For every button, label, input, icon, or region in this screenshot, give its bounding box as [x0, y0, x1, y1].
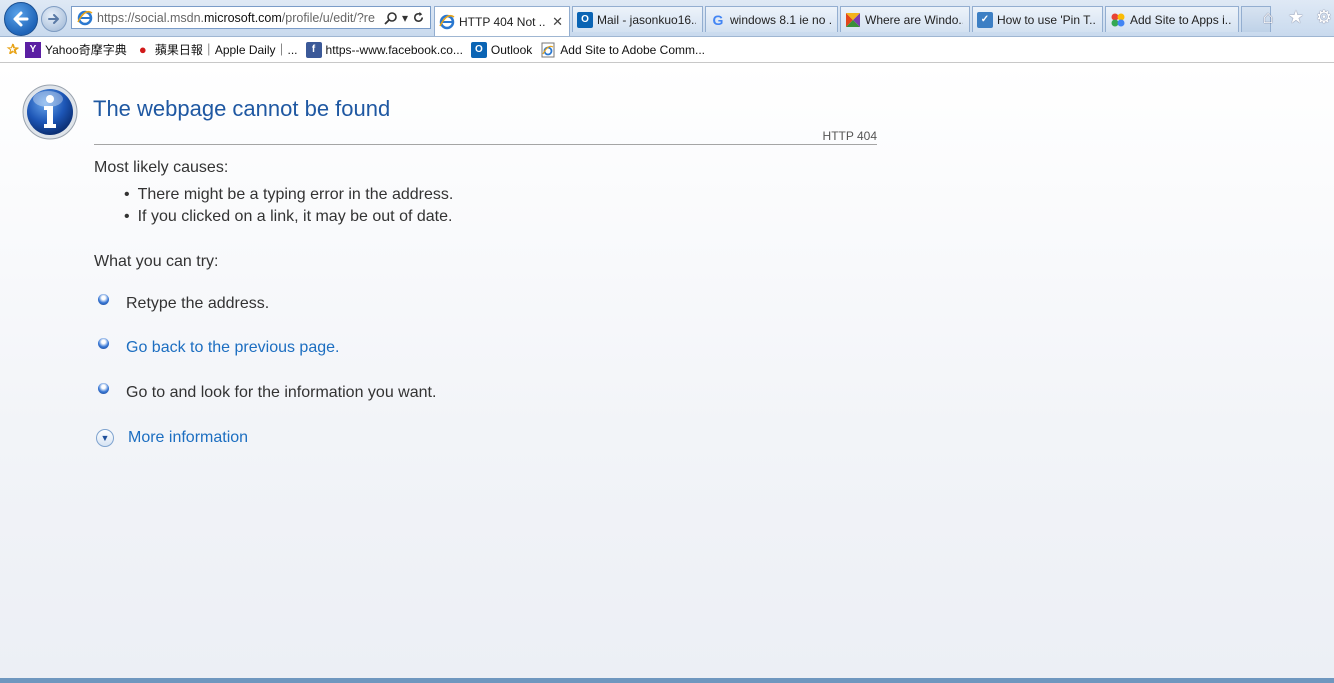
bullet-icon — [98, 337, 109, 349]
tab-mail[interactable]: O Mail - jasonkuo16... — [572, 6, 703, 32]
favorite-yahoo[interactable]: Y Yahoo奇摩字典 — [25, 41, 127, 58]
search-icon[interactable] — [384, 11, 398, 25]
home-icon[interactable]: ⌂ — [1258, 6, 1278, 28]
more-information-link[interactable]: More information — [128, 429, 248, 447]
more-information-toggle[interactable]: ▼ More information — [96, 429, 248, 447]
cause-item: If you clicked on a link, it may be out … — [124, 206, 453, 228]
tab-windows-ie[interactable]: G windows 8.1 ie no ... — [705, 6, 838, 32]
error-page: The webpage cannot be found HTTP 404 Mos… — [0, 63, 1334, 678]
yahoo-icon: Y — [25, 41, 41, 58]
back-button[interactable] — [4, 2, 38, 36]
tab-title: How to use 'Pin T... — [997, 12, 1096, 27]
close-icon[interactable]: ✕ — [552, 14, 563, 30]
gear-icon[interactable]: ⚙ — [1314, 6, 1334, 28]
favorite-outlook[interactable]: O Outlook — [470, 41, 532, 58]
tab-title: Mail - jasonkuo16... — [597, 12, 696, 27]
address-url[interactable]: https://social.msdn.microsoft.com/profil… — [97, 11, 384, 25]
tab-where-are-windows[interactable]: Where are Windo... — [840, 6, 970, 32]
window-bottom-border — [0, 678, 1334, 683]
add-favorites-star-icon[interactable]: ✰ — [5, 41, 21, 58]
favorite-facebook[interactable]: f https--www.facebook.co... — [305, 41, 463, 58]
try-item-retype: Retype the address. — [98, 293, 269, 313]
bullet-icon — [98, 293, 109, 305]
google-icon: G — [712, 11, 724, 28]
http-status-code: HTTP 404 — [822, 129, 877, 143]
favorites-bar: ✰ Y Yahoo奇摩字典 ● 蘋果日報｜Apple Daily｜... f h… — [0, 37, 1334, 63]
bullet-icon — [98, 382, 109, 394]
apps-icon — [1111, 13, 1125, 26]
info-icon — [22, 84, 78, 140]
back-arrow-icon — [13, 11, 29, 27]
outlook-icon: O — [577, 11, 593, 28]
ie-icon — [77, 10, 93, 25]
apple-daily-icon: ● — [138, 42, 147, 57]
favorites-star-icon[interactable]: ★ — [1286, 6, 1306, 28]
try-item-go-back: Go back to the previous page. — [98, 337, 339, 357]
tab-title: HTTP 404 Not ... — [459, 14, 547, 29]
causes-list: There might be a typing error in the add… — [124, 184, 454, 228]
tab-http-404[interactable]: HTTP 404 Not ... ✕ — [434, 6, 570, 36]
try-heading: What you can try: — [94, 253, 219, 270]
forward-arrow-icon — [48, 14, 59, 24]
try-item-go-to: Go to and look for the information you w… — [98, 382, 436, 402]
favorite-apple-daily[interactable]: ● 蘋果日報｜Apple Daily｜... — [135, 41, 298, 58]
expand-chevron-icon[interactable]: ▼ — [96, 429, 114, 447]
ie-icon — [439, 14, 455, 29]
facebook-icon: f — [305, 41, 322, 58]
tab-how-to-pin[interactable]: ✓ How to use 'Pin T... — [972, 6, 1103, 32]
refresh-icon[interactable] — [412, 11, 425, 24]
title-divider — [94, 144, 877, 145]
tab-title: Where are Windo... — [865, 12, 963, 27]
ie-page-icon — [541, 42, 555, 57]
tab-title: Add Site to Apps i... — [1130, 12, 1232, 27]
go-back-link[interactable]: Go back to the previous page. — [126, 339, 339, 357]
forward-button[interactable] — [41, 6, 67, 32]
tab-strip: HTTP 404 Not ... ✕ O Mail - jasonkuo16..… — [434, 6, 1271, 36]
causes-heading: Most likely causes: — [94, 159, 229, 176]
cause-item: There might be a typing error in the add… — [124, 184, 454, 206]
page-title: The webpage cannot be found — [93, 96, 391, 121]
tab-title: windows 8.1 ie no ... — [730, 12, 831, 27]
favorite-adobe-community[interactable]: Add Site to Adobe Comm... — [540, 42, 705, 58]
windows-help-icon — [846, 12, 860, 27]
howto-icon: ✓ — [977, 11, 993, 28]
tab-add-site-apps[interactable]: Add Site to Apps i... — [1105, 6, 1239, 32]
dropdown-arrow-icon[interactable]: ▾ — [402, 11, 408, 25]
browser-toolbar: https://social.msdn.microsoft.com/profil… — [0, 0, 1334, 37]
outlook-icon: O — [470, 41, 487, 58]
address-bar[interactable]: https://social.msdn.microsoft.com/profil… — [71, 6, 431, 29]
